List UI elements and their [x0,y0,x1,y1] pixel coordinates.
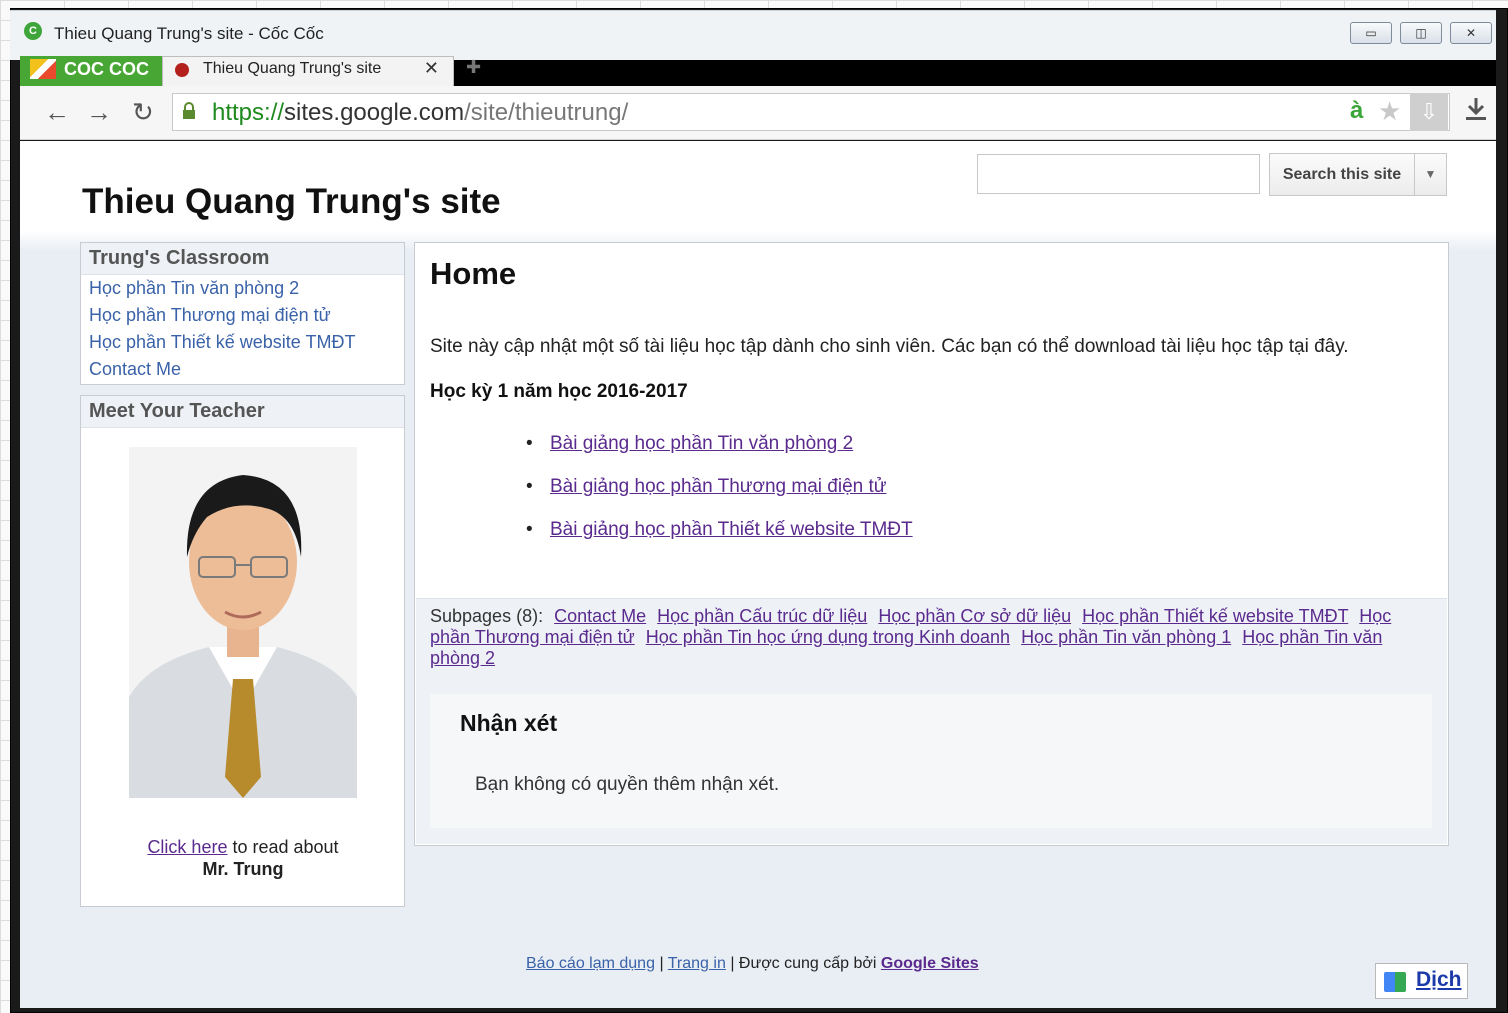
close-button[interactable]: ✕ [1450,22,1492,44]
url-scheme: https:// [212,99,285,126]
click-here-link[interactable]: Click here [147,837,227,857]
intro-paragraph: Site này cập nhật một số tài liệu học tậ… [430,336,1349,357]
coccoc-dictionary-icon[interactable]: à [1350,97,1363,125]
forward-icon[interactable]: → [86,96,112,128]
powered-by-text: Được cung cấp bởi [738,955,877,972]
list-item: Bài giảng học phần Tin văn phòng 2 [526,422,913,465]
brand-label: COC COC [64,59,149,79]
comments-heading: Nhận xét [460,710,558,736]
lock-icon [182,102,196,125]
translate-label: Dịch [1416,968,1462,991]
footer-separator: | [659,955,664,972]
teacher-caption: Click here to read about Mr. Trung [82,836,404,880]
list-item: Bài giảng học phần Thương mại điện tử [526,465,913,508]
tab-close-icon[interactable]: ✕ [424,58,439,79]
subpages-list: Subpages (8): Contact Me Học phần Cấu tr… [430,606,1435,669]
minimize-button[interactable]: ▭ [1350,22,1392,44]
subpage-link[interactable]: Học phần Tin văn phòng 1 [1021,627,1231,647]
comments-permission-note: Bạn không có quyền thêm nhận xét. [475,774,780,795]
subpage-link[interactable]: Học phần Tin học ứng dụng trong Kinh doa… [646,627,1010,647]
url-path: /site/thieutrung/ [464,99,629,126]
lecture-link-thuong-mai-dien-tu[interactable]: Bài giảng học phần Thương mại điện tử [550,476,886,497]
coccoc-app-icon: C [24,22,42,40]
report-abuse-link[interactable]: Báo cáo lạm dụng [526,955,655,972]
downloads-icon[interactable] [1464,96,1488,129]
sidebar-link-thiet-ke-website[interactable]: Học phần Thiết kế website TMĐT [81,329,404,356]
classroom-heading: Trung's Classroom [81,243,404,275]
caption-text: to read about [227,837,339,857]
subpage-link[interactable]: Học phần Thiết kế website TMĐT [1082,606,1348,626]
footer-separator: | [730,955,735,972]
comments-section [430,694,1432,828]
bookmark-star-icon[interactable]: ★ [1378,96,1401,127]
subpage-link[interactable]: Học phần Cấu trúc dữ liệu [657,606,867,626]
site-favicon-icon [175,63,189,77]
savior-download-icon[interactable]: ⇩ [1410,93,1448,131]
semester-heading: Học kỳ 1 năm học 2016-2017 [430,381,688,402]
lecture-link-tin-van-phong-2[interactable]: Bài giảng học phần Tin văn phòng 2 [550,433,853,454]
sidebar-link-thuong-mai-dien-tu[interactable]: Học phần Thương mại điện tử [81,302,404,329]
teacher-heading: Meet Your Teacher [81,396,404,428]
site-footer: Báo cáo lạm dụng | Trang in | Được cung … [526,955,979,973]
print-page-link[interactable]: Trang in [668,955,726,972]
teacher-photo [129,447,357,798]
url-text[interactable]: https://sites.google.com/site/thieutrung… [212,99,628,127]
translate-button[interactable]: Dịch [1375,963,1468,999]
subpage-link[interactable]: Học phần Cơ sở dữ liệu [878,606,1071,626]
subpages-label: Subpages (8): [430,606,544,626]
new-tab-icon[interactable]: ✚ [466,58,490,78]
reload-icon[interactable]: ↻ [132,96,154,128]
maximize-button[interactable]: ◫ [1400,22,1442,44]
tab-active[interactable]: Thieu Quang Trung's site ✕ [162,56,454,86]
coccoc-logo-icon [30,59,56,79]
list-item: Bài giảng học phần Thiết kế website TMĐT [526,508,913,551]
tab-title: Thieu Quang Trung's site [203,60,382,77]
sidebar-link-contact-me[interactable]: Contact Me [81,356,404,383]
google-translate-icon [1384,972,1406,992]
search-options-dropdown[interactable]: ▼ [1414,153,1447,196]
sidebar-link-tin-van-phong-2[interactable]: Học phần Tin văn phòng 2 [81,275,404,302]
coccoc-brand-button[interactable]: COC COC [20,56,162,86]
site-title[interactable]: Thieu Quang Trung's site [82,182,501,222]
lecture-list: Bài giảng học phần Tin văn phòng 2 Bài g… [526,422,913,551]
classroom-sidebar-box: Trung's Classroom Học phần Tin văn phòng… [80,242,405,385]
search-input[interactable] [977,154,1260,194]
lecture-link-thiet-ke-website[interactable]: Bài giảng học phần Thiết kế website TMĐT [550,519,913,540]
window-title: Thieu Quang Trung's site - Cốc Cốc [54,24,324,43]
subpage-link[interactable]: Contact Me [554,606,646,626]
url-host: sites.google.com [284,99,465,126]
search-this-site-button[interactable]: Search this site [1269,153,1415,196]
page-title: Home [430,256,517,291]
google-sites-link[interactable]: Google Sites [881,955,979,972]
teacher-name: Mr. Trung [202,859,284,879]
back-icon[interactable]: ← [44,96,70,128]
